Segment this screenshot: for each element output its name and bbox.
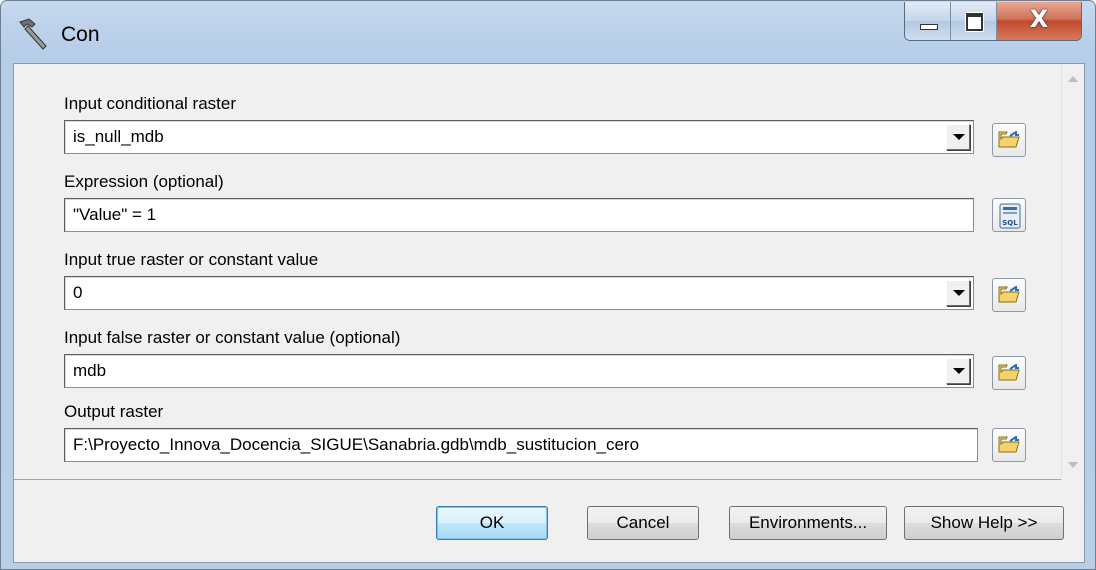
input-conditional-raster-browse-button[interactable] (992, 123, 1026, 157)
cancel-button[interactable]: Cancel (587, 506, 699, 540)
minimize-icon (920, 24, 938, 30)
environments-button[interactable]: Environments... (729, 506, 887, 540)
output-raster-browse-button[interactable] (992, 428, 1026, 462)
minimize-button[interactable] (905, 2, 951, 40)
input-true-raster-dropdown[interactable]: 0 (64, 276, 974, 310)
expression-label: Expression (optional) (64, 172, 224, 191)
input-conditional-raster-label: Input conditional raster (64, 94, 236, 113)
scroll-down-icon[interactable] (1068, 462, 1078, 468)
input-false-raster-dropdown[interactable]: mdb (64, 354, 974, 388)
caption-buttons: X (904, 2, 1082, 41)
ok-button[interactable]: OK (436, 506, 548, 540)
sql-expression-button[interactable]: SQL (992, 198, 1026, 232)
output-raster-input[interactable]: F:\Proyecto_Innova_Docencia_SIGUE\Sanabr… (64, 428, 978, 462)
folder-browse-icon (998, 364, 1020, 381)
svg-text:SQL: SQL (1002, 219, 1018, 227)
input-false-raster-value: mdb (73, 361, 107, 380)
input-true-raster-label: Input true raster or constant value (64, 250, 319, 269)
folder-browse-icon (998, 286, 1020, 303)
title-bar[interactable]: Con X (1, 1, 1095, 63)
dialog-window: Con X Input conditional raster is_null_m… (0, 0, 1096, 570)
input-false-raster-browse-button[interactable] (992, 356, 1026, 390)
input-true-raster-value: 0 (73, 283, 83, 302)
chevron-down-icon[interactable] (946, 124, 970, 150)
close-icon: X (1029, 5, 1049, 33)
input-conditional-raster-dropdown[interactable]: is_null_mdb (64, 120, 974, 154)
chevron-down-icon[interactable] (946, 280, 970, 306)
input-conditional-raster-value: is_null_mdb (73, 127, 164, 146)
vertical-scrollbar[interactable] (1061, 64, 1084, 480)
close-button[interactable]: X (997, 2, 1081, 40)
sql-icon: SQL (999, 203, 1021, 229)
maximize-icon (966, 13, 983, 31)
window-title: Con (61, 23, 100, 46)
maximize-button[interactable] (951, 2, 997, 40)
folder-browse-icon (998, 131, 1020, 148)
parameters-panel: Input conditional raster is_null_mdb Exp… (14, 64, 1062, 480)
show-help-button[interactable]: Show Help >> (904, 506, 1064, 540)
chevron-down-icon[interactable] (946, 358, 970, 384)
input-true-raster-browse-button[interactable] (992, 278, 1026, 312)
expression-input[interactable]: "Value" = 1 (64, 198, 974, 232)
output-raster-label: Output raster (64, 402, 164, 421)
folder-browse-icon (998, 436, 1020, 453)
input-false-raster-label: Input false raster or constant value (op… (64, 328, 401, 347)
expression-value: "Value" = 1 (73, 205, 157, 224)
dialog-client-area: Input conditional raster is_null_mdb Exp… (13, 63, 1085, 563)
hammer-icon (19, 18, 47, 50)
output-raster-value: F:\Proyecto_Innova_Docencia_SIGUE\Sanabr… (73, 435, 640, 454)
scroll-up-icon[interactable] (1068, 76, 1078, 82)
